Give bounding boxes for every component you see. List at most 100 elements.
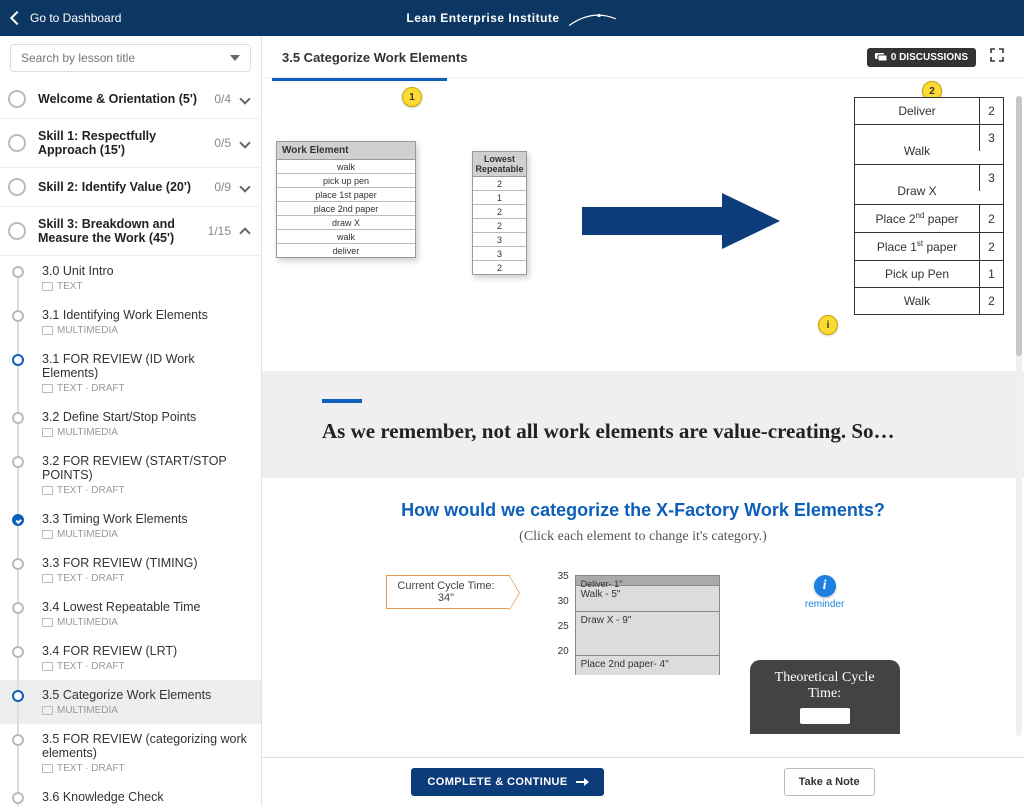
chevron-down-icon	[239, 227, 250, 238]
table-row: place 1st paper	[277, 188, 415, 202]
progress-dot-icon	[12, 734, 24, 746]
content-footer: COMPLETE & CONTINUE Take a Note	[262, 757, 1024, 806]
current-cycle-time-tag: Current Cycle Time: 34"	[386, 575, 509, 609]
table-row: Pick up Pen1	[855, 261, 1003, 288]
table-row: deliver	[277, 244, 415, 257]
content-pane: 3.5 Categorize Work Elements 0 DISCUSSIO…	[262, 36, 1024, 806]
lesson-title: 3.0 Unit Intro	[42, 264, 251, 278]
lesson-item[interactable]: 3.6 Knowledge Check MULTIMEDIA	[0, 782, 261, 806]
lesson-title: 3.4 FOR REVIEW (LRT)	[42, 644, 251, 658]
lesson-item[interactable]: 3.4 Lowest Repeatable Time MULTIMEDIA	[0, 592, 261, 636]
chevron-down-icon	[239, 181, 250, 192]
lesson-item[interactable]: 3.5 Categorize Work Elements MULTIMEDIA	[0, 680, 261, 724]
progress-dot-icon	[12, 602, 24, 614]
progress-dot-icon	[12, 514, 24, 526]
heading-band: As we remember, not all work elements ar…	[262, 371, 1024, 478]
brand-logo: Lean Enterprise Institute	[406, 7, 617, 29]
lesson-meta: MULTIMEDIA	[42, 529, 251, 540]
badge-info-icon[interactable]: i	[818, 315, 838, 335]
progress-dot-icon	[12, 558, 24, 570]
content-header: 3.5 Categorize Work Elements 0 DISCUSSIO…	[262, 36, 1024, 78]
table-row: 3	[473, 247, 526, 261]
section-count: 0/5	[214, 136, 231, 150]
section-count: 0/4	[214, 92, 231, 106]
lesson-item[interactable]: 3.4 FOR REVIEW (LRT) TEXT · DRAFT	[0, 636, 261, 680]
reminder-button[interactable]: i reminder	[805, 575, 844, 610]
lesson-item[interactable]: 3.1 Identifying Work Elements MULTIMEDIA	[0, 300, 261, 344]
stack-bar[interactable]: Walk - 5"	[575, 585, 720, 611]
table-row: Deliver2	[855, 98, 1003, 125]
section-header[interactable]: Skill 2: Identify Value (20') 0/9	[0, 168, 261, 207]
section-header[interactable]: Skill 3: Breakdown and Measure the Work …	[0, 207, 261, 256]
badge-1: 1	[402, 87, 422, 107]
theoretical-cycle-time-box: Theoretical Cycle Time:	[750, 660, 900, 734]
lesson-item[interactable]: 3.3 Timing Work Elements MULTIMEDIA	[0, 504, 261, 548]
table-row: 2	[473, 177, 526, 191]
lesson-title: 3.1 Identifying Work Elements	[42, 308, 251, 322]
sidebar: Search by lesson title Welcome & Orienta…	[0, 36, 262, 806]
stack-bar[interactable]: Place 2nd paper- 4"	[575, 655, 720, 675]
work-element-table: Work Element walkpick up penplace 1st pa…	[276, 141, 416, 258]
search-lesson-select[interactable]: Search by lesson title	[10, 44, 251, 72]
axis-tick: 30	[558, 596, 569, 607]
table-row: place 2nd paper	[277, 202, 415, 216]
section-count: 1/15	[208, 224, 231, 238]
lesson-item[interactable]: 3.1 FOR REVIEW (ID Work Elements) TEXT ·…	[0, 344, 261, 402]
lesson-meta: MULTIMEDIA	[42, 617, 251, 628]
table-row: 2	[473, 205, 526, 219]
progress-dot-icon	[12, 412, 24, 424]
categorized-table: Deliver2Walk3Draw X3Place 2nd paper2Plac…	[854, 97, 1004, 315]
question-title: How would we categorize the X-Factory Wo…	[312, 500, 974, 521]
stack-bar[interactable]: Deliver- 1"	[575, 575, 720, 585]
progress-dot-icon	[12, 354, 24, 366]
lesson-title: 3.3 Timing Work Elements	[42, 512, 251, 526]
file-icon	[42, 384, 53, 393]
lesson-title: 3.4 Lowest Repeatable Time	[42, 600, 251, 614]
lesson-meta: TEXT · DRAFT	[42, 573, 251, 584]
accent-line	[322, 399, 362, 403]
file-icon	[42, 282, 53, 291]
fullscreen-button[interactable]	[990, 48, 1004, 67]
file-icon	[42, 706, 53, 715]
section-header[interactable]: Welcome & Orientation (5') 0/4	[0, 80, 261, 119]
axis-tick: 35	[558, 571, 569, 582]
lesson-meta: TEXT · DRAFT	[42, 383, 251, 394]
content-body[interactable]: 1 2 i Work Element walkpick up penplace …	[262, 81, 1024, 757]
lesson-meta: TEXT	[42, 281, 251, 292]
take-note-button[interactable]: Take a Note	[784, 768, 875, 796]
progress-dot-icon	[12, 690, 24, 702]
lesson-item[interactable]: 3.2 Define Start/Stop Points MULTIMEDIA	[0, 402, 261, 446]
stack-chart: Deliver- 1"Walk - 5"Draw X - 9"Place 2nd…	[540, 575, 720, 675]
section-header[interactable]: Skill 1: Respectfully Approach (15') 0/5	[0, 119, 261, 168]
band-heading: As we remember, not all work elements ar…	[322, 419, 964, 444]
lesson-meta: TEXT · DRAFT	[42, 763, 251, 774]
scrollbar-thumb[interactable]	[1016, 96, 1022, 356]
go-to-dashboard-link[interactable]: Go to Dashboard	[12, 11, 121, 25]
lesson-item[interactable]: 3.0 Unit Intro TEXT	[0, 256, 261, 300]
table-row: draw X	[277, 216, 415, 230]
comment-icon	[875, 53, 887, 63]
axis-tick: 25	[558, 621, 569, 632]
table-row: Walk2	[855, 288, 1003, 314]
lesson-meta: TEXT · DRAFT	[42, 661, 251, 672]
discussions-button[interactable]: 0 DISCUSSIONS	[867, 48, 976, 67]
progress-dot-icon	[12, 456, 24, 468]
lrt-table: Lowest Repeatable 2122332	[472, 151, 527, 275]
progress-dot-icon	[12, 792, 24, 804]
lesson-item[interactable]: 3.3 FOR REVIEW (TIMING) TEXT · DRAFT	[0, 548, 261, 592]
diagram-section: 1 2 i Work Element walkpick up penplace …	[262, 81, 1024, 371]
complete-continue-button[interactable]: COMPLETE & CONTINUE	[411, 768, 603, 796]
expand-icon	[990, 48, 1004, 62]
progress-ring-icon	[8, 90, 26, 108]
question-block: How would we categorize the X-Factory Wo…	[262, 478, 1024, 756]
table-row: 2	[473, 261, 526, 274]
section-title: Skill 3: Breakdown and Measure the Work …	[38, 217, 208, 245]
progress-ring-icon	[8, 134, 26, 152]
lesson-item[interactable]: 3.5 FOR REVIEW (categorizing work elemen…	[0, 724, 261, 782]
lesson-item[interactable]: 3.2 FOR REVIEW (START/STOP POINTS) TEXT …	[0, 446, 261, 504]
table-row: Walk3	[855, 125, 1003, 165]
file-icon	[42, 574, 53, 583]
topbar: Go to Dashboard Lean Enterprise Institut…	[0, 0, 1024, 36]
section-count: 0/9	[214, 180, 231, 194]
stack-bar[interactable]: Draw X - 9"	[575, 611, 720, 655]
